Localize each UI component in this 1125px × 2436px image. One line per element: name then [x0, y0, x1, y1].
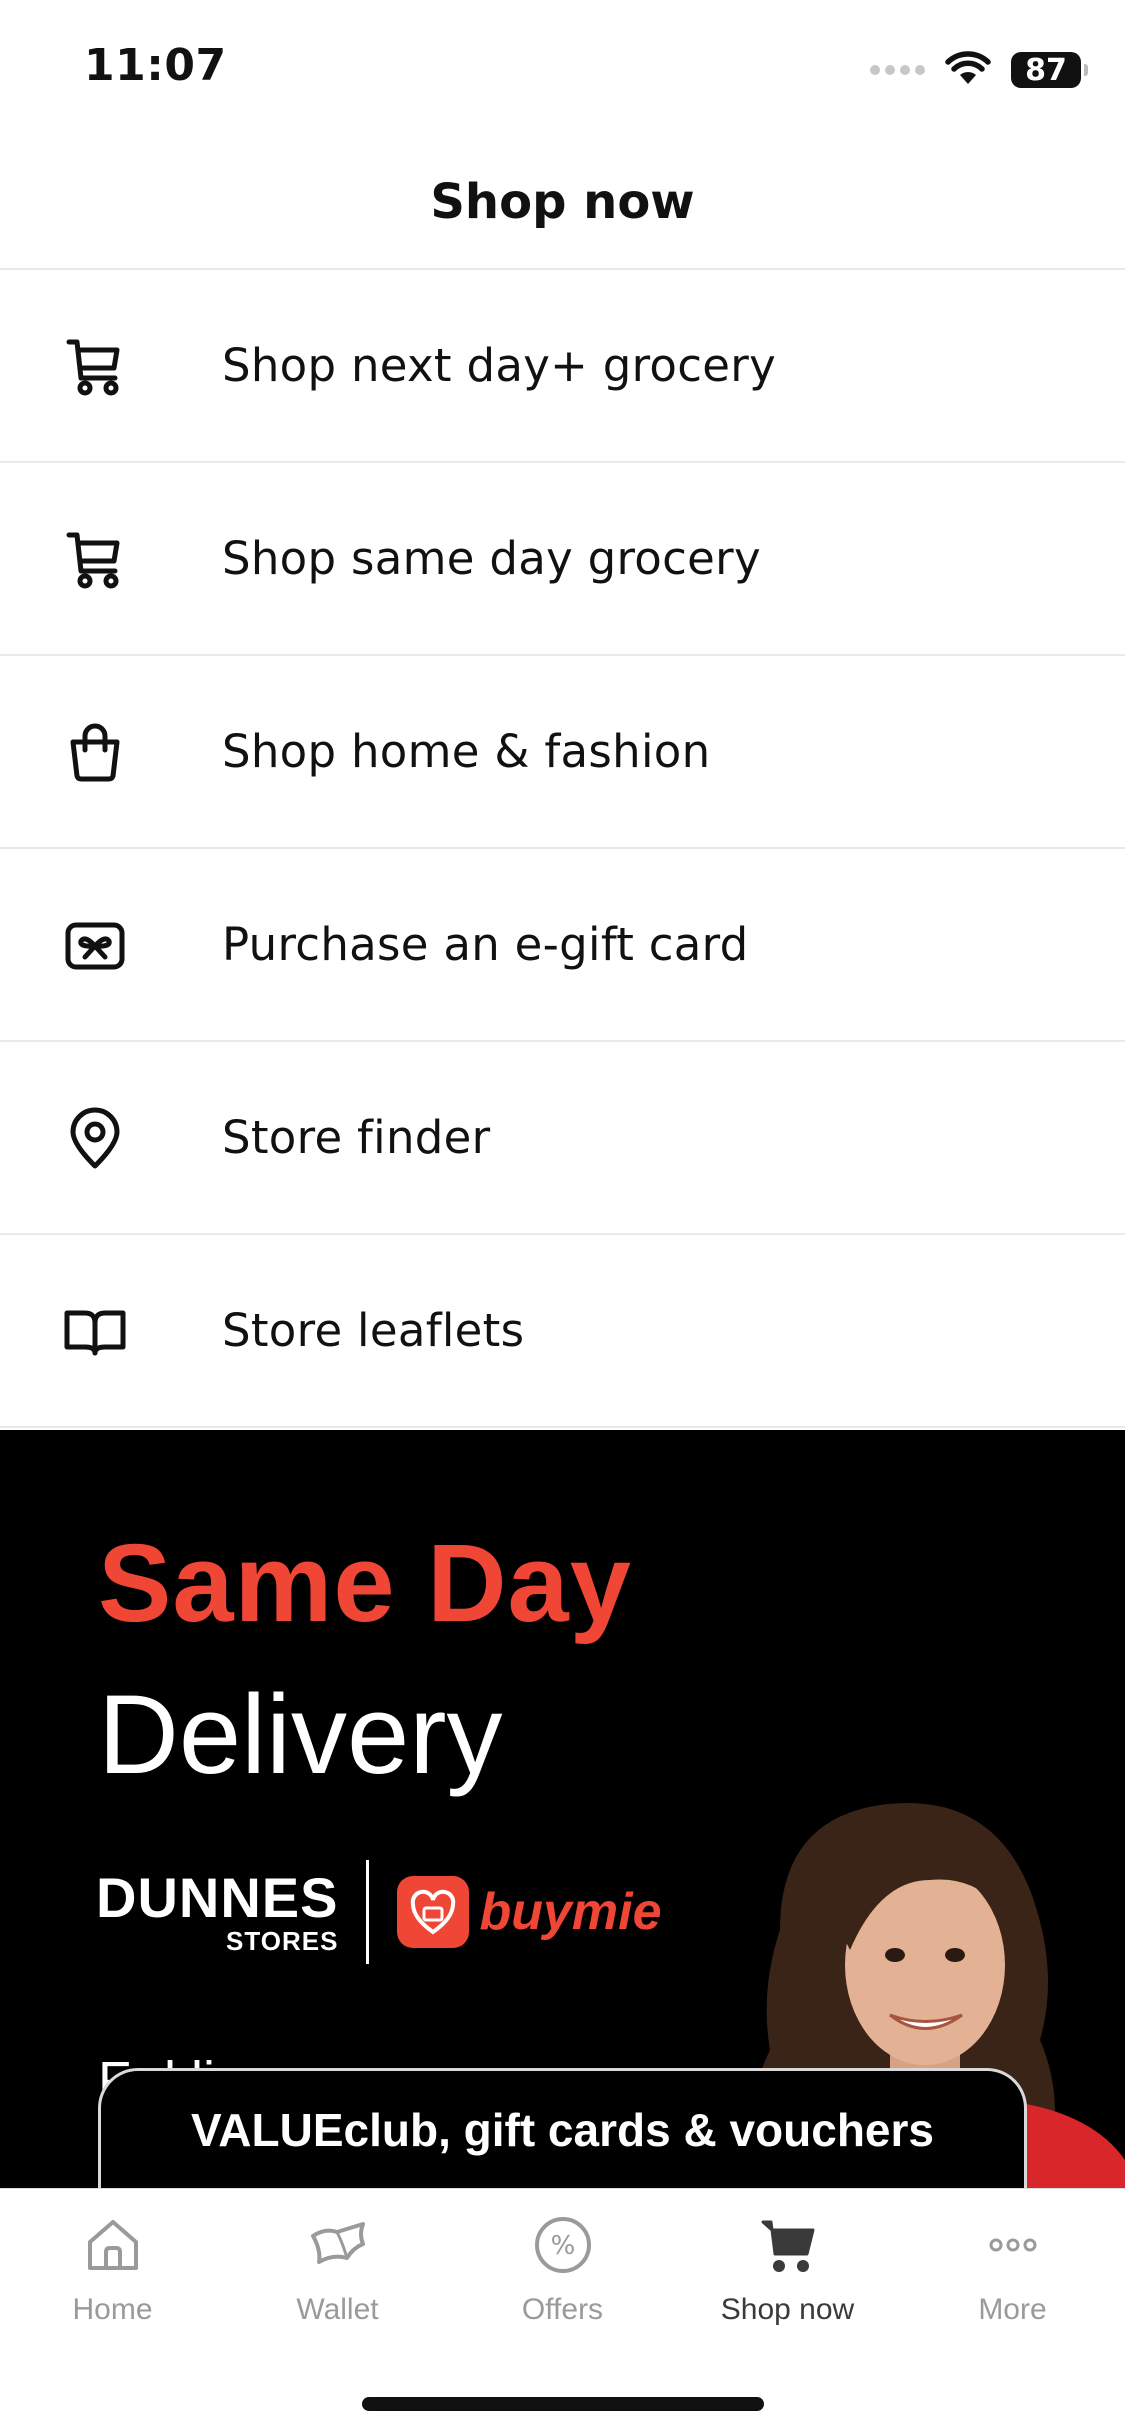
buymie-logo-icon	[397, 1876, 470, 1948]
menu-item-label: Store leaflets	[222, 1304, 525, 1357]
shopping-bag-icon	[60, 717, 130, 787]
status-time: 11:07	[84, 40, 227, 91]
banner-headline: Same Day	[98, 1522, 632, 1645]
gift-card-icon	[60, 910, 130, 980]
tab-shop-now[interactable]: Shop now	[675, 2189, 900, 2359]
offers-icon: %	[529, 2211, 597, 2279]
menu-item-same-day-grocery[interactable]: Shop same day grocery	[0, 463, 1125, 656]
cellular-signal-icon	[870, 65, 925, 75]
tab-label: More	[978, 2293, 1047, 2326]
page-title: Shop now	[430, 173, 695, 230]
valueclub-vouchers-button[interactable]: VALUEclub, gift cards & vouchers	[98, 2068, 1027, 2188]
battery-level: 87	[1025, 52, 1067, 88]
logo-divider	[366, 1860, 370, 1964]
menu-item-label: Shop home & fashion	[222, 725, 711, 778]
menu-item-store-finder[interactable]: Store finder	[0, 1042, 1125, 1235]
tab-label: Offers	[521, 2293, 604, 2326]
menu-item-egift-card[interactable]: Purchase an e-gift card	[0, 849, 1125, 1042]
cart-icon	[754, 2211, 822, 2279]
menu-item-home-fashion[interactable]: Shop home & fashion	[0, 656, 1125, 849]
tab-offers[interactable]: % Offers	[450, 2189, 675, 2359]
wallet-icon	[304, 2211, 372, 2279]
dunnes-logo-sub: STORES	[226, 1926, 339, 1956]
status-indicators: 87	[870, 48, 1088, 92]
screen: 11:07 87 Shop now Shop next day+ grocery…	[0, 0, 1125, 2436]
battery-icon: 87	[1011, 52, 1088, 88]
dunnes-logo-main: DUNNES	[96, 1866, 339, 1929]
svg-text:%: %	[550, 2231, 575, 2261]
menu-item-label: Purchase an e-gift card	[222, 918, 749, 971]
menu-item-label: Shop next day+ grocery	[222, 339, 777, 392]
shop-menu: Shop next day+ grocery Shop same day gro…	[0, 270, 1125, 1428]
banner-subheadline: Delivery	[98, 1672, 503, 1797]
valueclub-button-label: VALUEclub, gift cards & vouchers	[191, 2103, 934, 2156]
buymie-logo-text: buymie	[479, 1883, 662, 1941]
home-indicator[interactable]	[362, 2397, 764, 2411]
tab-wallet[interactable]: Wallet	[225, 2189, 450, 2359]
tab-more[interactable]: More	[900, 2189, 1125, 2359]
tab-label: Shop now	[720, 2293, 855, 2326]
header: Shop now	[0, 135, 1125, 270]
tabs: Home Wallet % Offers Shop now More	[0, 2189, 1125, 2359]
cart-icon	[60, 524, 130, 594]
location-pin-icon	[60, 1103, 130, 1173]
tab-home[interactable]: Home	[0, 2189, 225, 2359]
status-bar: 11:07 87	[0, 0, 1125, 135]
book-icon	[60, 1296, 130, 1366]
more-icon	[979, 2211, 1047, 2279]
cart-icon	[60, 331, 130, 401]
menu-item-label: Store finder	[222, 1111, 491, 1164]
banner-logos: DUNNES STORES buymie	[96, 1860, 662, 1964]
wifi-icon	[945, 50, 991, 90]
tab-label: Home	[72, 2293, 153, 2326]
menu-item-next-day-grocery[interactable]: Shop next day+ grocery	[0, 270, 1125, 463]
dunnes-stores-logo: DUNNES STORES	[96, 1866, 339, 1956]
tab-label: Wallet	[296, 2293, 379, 2326]
menu-item-store-leaflets[interactable]: Store leaflets	[0, 1235, 1125, 1428]
tab-bar: Home Wallet % Offers Shop now More	[0, 2188, 1125, 2436]
home-icon	[79, 2211, 147, 2279]
menu-item-label: Shop same day grocery	[222, 532, 761, 585]
